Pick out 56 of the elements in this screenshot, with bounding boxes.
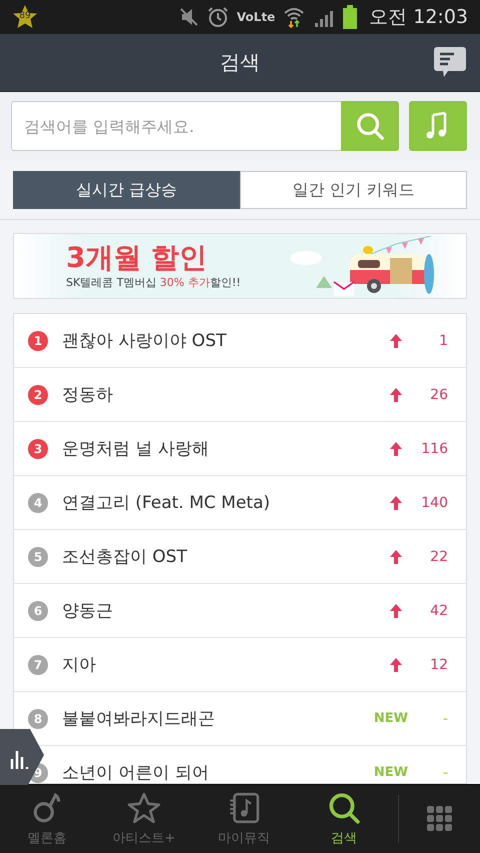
notification-badge: 89 <box>12 4 38 30</box>
rank-change: - <box>442 764 448 780</box>
wifi-icon <box>283 6 306 28</box>
keyword-title: 괜찮아 사랑이야 OST <box>62 330 226 352</box>
nav-tab[interactable]: 검색 <box>294 785 394 853</box>
chart-handle-icon[interactable] <box>0 729 44 785</box>
rank-change: - <box>442 710 448 726</box>
rise-arrow-icon <box>390 604 402 618</box>
keyword-title: 불붙여봐라지드래곤 <box>62 708 215 730</box>
new-label: NEW <box>374 765 408 780</box>
rise-arrow-icon <box>390 442 402 456</box>
volte-label: VoLte <box>236 10 276 24</box>
keyword-title: 양동근 <box>62 600 113 622</box>
battery-icon <box>343 5 358 29</box>
rise-arrow-icon <box>390 496 402 510</box>
banner-subline: SK텔레콤 T멤버십 30% 추가할인!! <box>66 275 241 290</box>
rank-badge: 1 <box>28 330 48 350</box>
rank-change: 26 <box>429 386 448 402</box>
rank-badge: 7 <box>28 654 48 674</box>
rank-change: 116 <box>420 440 448 456</box>
search-icon[interactable] <box>327 791 361 825</box>
new-label: NEW <box>374 711 408 726</box>
music-album-icon[interactable] <box>227 791 261 825</box>
rank-badge: 2 <box>28 384 48 404</box>
rank-badge: 5 <box>28 546 48 566</box>
promo-banner[interactable]: 3개월 할인 SK텔레콤 T멤버십 30% 추가할인!! <box>13 233 467 299</box>
keyword-title: 지아 <box>62 654 96 676</box>
music-search-button[interactable] <box>409 101 467 151</box>
search-button[interactable] <box>341 101 399 151</box>
keyword-title: 운명처럼 널 사랑해 <box>62 438 209 460</box>
rank-badge: 3 <box>28 438 48 458</box>
rise-arrow-icon <box>390 658 402 672</box>
alarm-icon <box>206 6 229 28</box>
keyword-title: 연결고리 (Feat. MC Meta) <box>62 492 270 514</box>
keyword-title: 정동하 <box>62 384 113 406</box>
keyword-title: 조선총잡이 OST <box>62 546 187 568</box>
rank-change: 22 <box>429 548 448 564</box>
mute-icon <box>178 7 199 27</box>
rank-change: 1 <box>438 332 448 348</box>
rise-arrow-icon <box>390 388 402 402</box>
star-icon[interactable] <box>127 791 161 825</box>
rank-badge: 6 <box>28 600 48 620</box>
banner-headline: 3개월 할인 <box>66 242 208 274</box>
chat-icon[interactable] <box>434 47 466 77</box>
keyword-title: 소년이 어른이 되어 <box>62 762 209 783</box>
tab[interactable]: 일간 인기 키워드 <box>240 171 467 209</box>
rank-badge: 4 <box>28 492 48 512</box>
rank-change: 140 <box>420 494 448 510</box>
rank-change: 42 <box>429 602 448 618</box>
rank-badge: 8 <box>28 708 48 728</box>
tab[interactable]: 실시간 급상승 <box>13 171 240 209</box>
rank-change: 12 <box>429 656 448 672</box>
rise-arrow-icon <box>390 334 402 348</box>
clock: 오전 12:03 <box>369 5 468 30</box>
rise-arrow-icon <box>390 550 402 564</box>
screen-title: 검색 <box>220 49 260 76</box>
